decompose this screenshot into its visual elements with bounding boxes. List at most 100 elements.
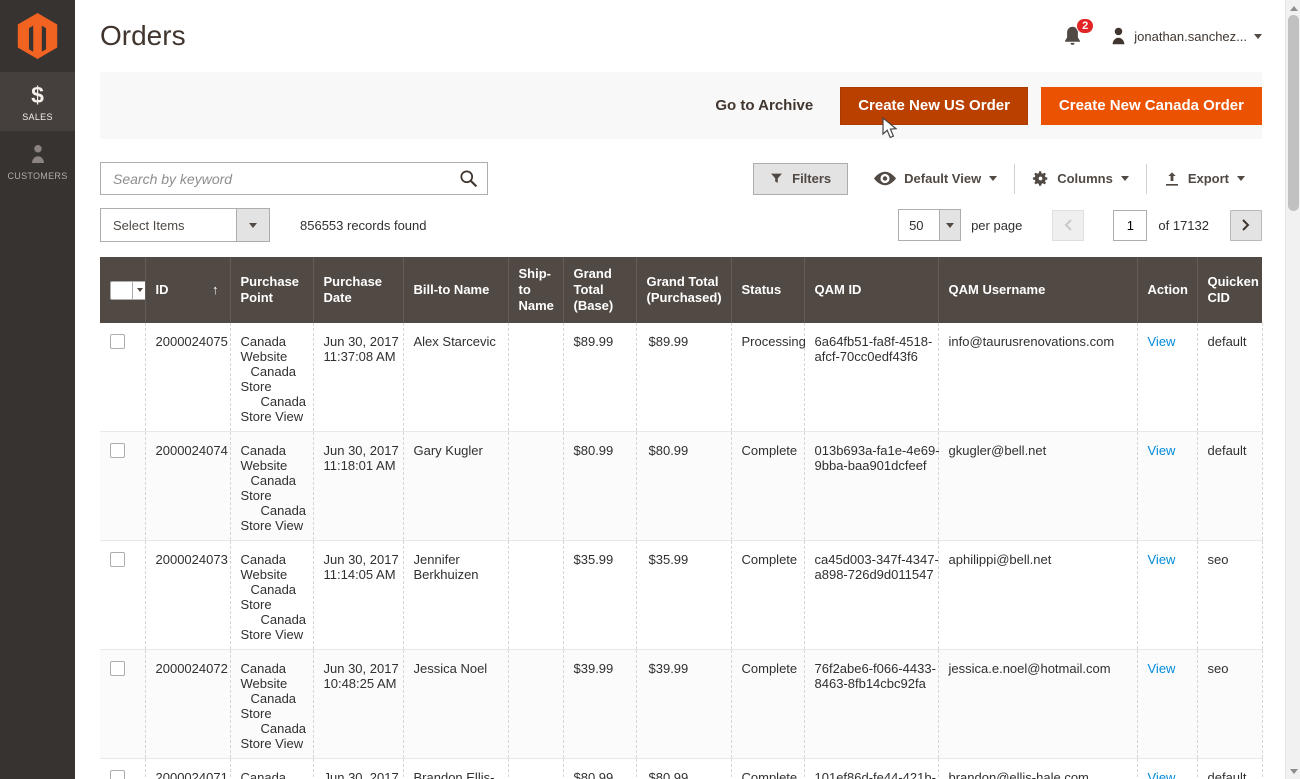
cell-purchase-date: Jun 30, 2017 11:37:08 AM	[313, 323, 403, 432]
cell-grand-total-purchased: $80.99	[636, 759, 731, 779]
cell-purchase-point: Canada Website Canada Store Canada Store…	[230, 650, 313, 759]
total-pages-text: of 17132	[1158, 218, 1209, 233]
col-header-qam-id[interactable]: QAM ID	[804, 257, 938, 323]
col-header-purchase-date[interactable]: Purchase Date	[313, 257, 403, 323]
cell-qam-username: gkugler@bell.net	[938, 432, 1137, 541]
cell-grand-total-base: $89.99	[563, 323, 636, 432]
notifications-button[interactable]: 2	[1063, 26, 1082, 51]
magento-logo-icon	[17, 13, 58, 59]
chevron-left-icon	[1063, 218, 1073, 232]
col-header-select	[100, 257, 145, 323]
cell-grand-total-purchased: $80.99	[636, 432, 731, 541]
table-row[interactable]: 2000024075 Canada Website Canada Store C…	[100, 323, 1262, 432]
cell-ship-to-name	[508, 759, 563, 779]
view-link[interactable]: View	[1148, 661, 1176, 676]
table-row[interactable]: 2000024073 Canada Website Canada Store C…	[100, 541, 1262, 650]
cell-qam-id: 101ef86d-fe44-421b-	[804, 759, 938, 779]
cell-qam-id: 013b693a-fa1e-4e69- 9bba-baa901dcfeef	[804, 432, 938, 541]
sidebar-item-label: CUSTOMERS	[7, 171, 67, 181]
cell-grand-total-purchased: $35.99	[636, 541, 731, 650]
cell-id: 2000024072	[145, 650, 230, 759]
sidebar-item-customers[interactable]: CUSTOMERS	[0, 131, 75, 190]
col-header-id[interactable]: ↑ID	[145, 257, 230, 323]
per-page-label: per page	[971, 218, 1022, 233]
vertical-scrollbar[interactable]	[1285, 0, 1300, 779]
col-header-ship-to-name[interactable]: Ship-to Name	[508, 257, 563, 323]
cell-purchase-point: Canada Website Canada Store Canada Store…	[230, 759, 313, 779]
cell-grand-total-base: $39.99	[563, 650, 636, 759]
col-header-purchase-point[interactable]: Purchase Point	[230, 257, 313, 323]
person-icon	[29, 142, 47, 166]
view-link[interactable]: View	[1148, 770, 1176, 779]
col-header-grand-total-purchased[interactable]: Grand Total (Purchased)	[636, 257, 731, 323]
cell-status: Processing	[731, 323, 804, 432]
cell-qam-username: aphilippi@bell.net	[938, 541, 1137, 650]
columns-menu[interactable]: Columns	[1015, 170, 1146, 187]
cell-grand-total-base: $35.99	[563, 541, 636, 650]
col-header-status[interactable]: Status	[731, 257, 804, 323]
cell-qam-username: brandon@ellis-hale.com	[938, 759, 1137, 779]
create-new-canada-order-button[interactable]: Create New Canada Order	[1041, 87, 1262, 125]
table-row[interactable]: 2000024071 Canada Website Canada Store C…	[100, 759, 1262, 779]
export-menu[interactable]: Export	[1147, 171, 1262, 187]
previous-page-button[interactable]	[1052, 210, 1084, 241]
cell-bill-to-name: Brandon Ellis-	[403, 759, 508, 779]
col-header-qam-username[interactable]: QAM Username	[938, 257, 1137, 323]
row-checkbox[interactable]	[110, 661, 125, 676]
row-checkbox[interactable]	[110, 443, 125, 458]
gear-icon	[1032, 170, 1049, 187]
cell-purchase-point: Canada Website Canada Store Canada Store…	[230, 541, 313, 650]
row-checkbox[interactable]	[110, 770, 125, 779]
select-items-label: Select Items	[101, 218, 236, 233]
search-input[interactable]	[100, 162, 488, 195]
next-page-button[interactable]	[1230, 210, 1262, 241]
orders-table: ↑ID Purchase Point Purchase Date Bill-to…	[100, 257, 1263, 779]
filters-button[interactable]: Filters	[753, 163, 848, 195]
view-link[interactable]: View	[1148, 443, 1176, 458]
select-all-checkbox[interactable]	[111, 282, 133, 299]
cell-purchase-date: Jun 30, 2017 11:18:01 AM	[313, 432, 403, 541]
select-all-caret	[133, 282, 146, 299]
view-link[interactable]: View	[1148, 552, 1176, 567]
per-page-select[interactable]: 50	[898, 209, 961, 241]
user-menu[interactable]: jonathan.sanchez...	[1110, 27, 1262, 45]
default-view-label: Default View	[904, 171, 981, 186]
go-to-archive-link[interactable]: Go to Archive	[715, 97, 813, 114]
page-number-input[interactable]	[1113, 210, 1147, 241]
magento-logo[interactable]	[0, 0, 75, 72]
view-link[interactable]: View	[1148, 334, 1176, 349]
cell-purchase-date: Jun 30, 2017 11:14:05 AM	[313, 541, 403, 650]
cell-qam-username: info@taurusrenovations.com	[938, 323, 1137, 432]
chevron-down-icon	[989, 176, 997, 181]
cell-quicken-cid: default	[1197, 759, 1262, 779]
eye-icon	[874, 171, 896, 186]
row-checkbox[interactable]	[110, 334, 125, 349]
table-row[interactable]: 2000024072 Canada Website Canada Store C…	[100, 650, 1262, 759]
scrollbar-up-arrow-icon[interactable]	[1286, 1, 1300, 15]
col-header-quicken-cid[interactable]: Quicken CID	[1197, 257, 1262, 323]
col-header-bill-to-name[interactable]: Bill-to Name	[403, 257, 508, 323]
page-actions-bar: Go to Archive Create New US Order Create…	[100, 72, 1262, 139]
default-view-menu[interactable]: Default View	[857, 171, 1014, 186]
col-header-grand-total-base[interactable]: Grand Total (Base)	[563, 257, 636, 323]
create-new-us-order-button[interactable]: Create New US Order	[840, 87, 1028, 125]
per-page-caret	[939, 210, 960, 240]
sidebar-item-sales[interactable]: $ SALES	[0, 72, 75, 131]
cell-ship-to-name	[508, 432, 563, 541]
scrollbar-thumb[interactable]	[1288, 15, 1299, 211]
select-items-dropdown[interactable]: Select Items	[100, 208, 270, 242]
chevron-down-icon	[1121, 176, 1129, 181]
cell-grand-total-base: $80.99	[563, 432, 636, 541]
table-row[interactable]: 2000024074 Canada Website Canada Store C…	[100, 432, 1262, 541]
cell-qam-id: 76f2abe6-f066-4433- 8463-8fb14cbc92fa	[804, 650, 938, 759]
cell-bill-to-name: Jessica Noel	[403, 650, 508, 759]
cell-purchase-date: Jun 30, 2017 10:48:25 AM	[313, 650, 403, 759]
cell-bill-to-name: Alex Starcevic	[403, 323, 508, 432]
notification-badge: 2	[1076, 18, 1094, 34]
scrollbar-down-arrow-icon[interactable]	[1286, 764, 1300, 778]
cell-grand-total-purchased: $39.99	[636, 650, 731, 759]
row-checkbox[interactable]	[110, 552, 125, 567]
filters-label: Filters	[792, 171, 831, 186]
search-icon[interactable]	[458, 168, 479, 194]
select-all-dropdown[interactable]	[110, 281, 147, 300]
